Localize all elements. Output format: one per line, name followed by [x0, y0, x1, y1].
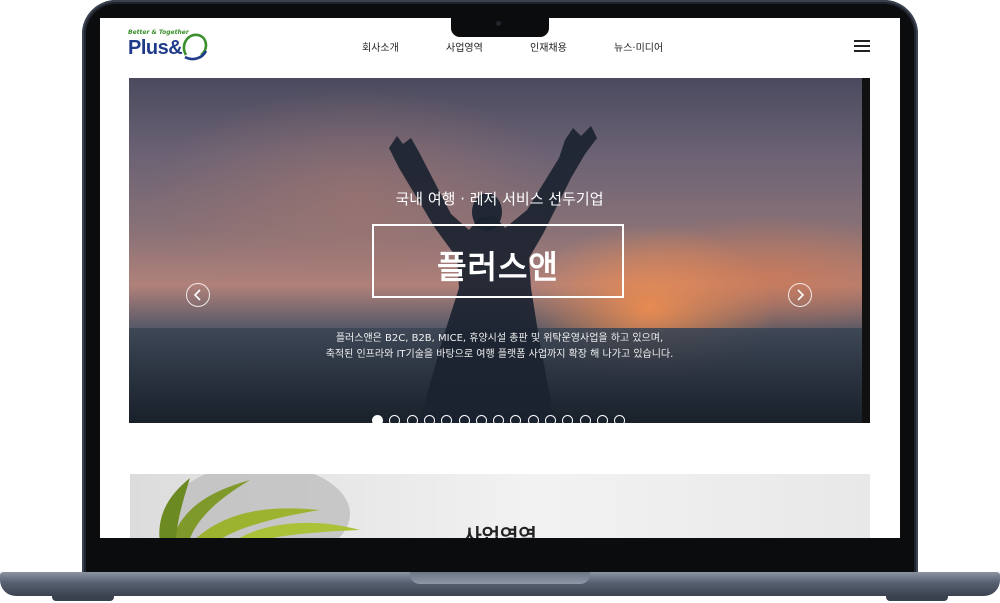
slider-dot-12[interactable] — [562, 415, 574, 423]
slider-dot-13[interactable] — [579, 415, 591, 423]
slider-dot-9[interactable] — [510, 415, 522, 423]
laptop-foot-left — [52, 596, 114, 601]
laptop-chin — [86, 538, 914, 575]
slider-prev-button[interactable] — [186, 283, 210, 307]
hamburger-menu-icon[interactable] — [854, 40, 870, 54]
slider-dot-7[interactable] — [475, 415, 487, 423]
slider-dot-8[interactable] — [493, 415, 505, 423]
hero-title-frame: 플러스앤 — [372, 224, 624, 298]
hero-description: 플러스앤은 B2C, B2B, MICE, 휴양시설 총판 및 위탁운영사업을 … — [129, 331, 870, 363]
slider-pagination — [372, 415, 632, 423]
laptop-foot-right — [886, 596, 948, 601]
camera-icon — [496, 21, 501, 26]
slider-dot-4[interactable] — [423, 415, 435, 423]
slider-dot-5[interactable] — [441, 415, 453, 423]
chevron-right-icon — [797, 289, 805, 301]
hero-edge-shade — [862, 78, 870, 423]
slider-dot-10[interactable] — [527, 415, 539, 423]
hero-description-line-1: 플러스앤은 B2C, B2B, MICE, 휴양시설 총판 및 위탁운영사업을 … — [335, 333, 664, 344]
camera-notch — [451, 18, 549, 37]
business-section-title: 사업영역 — [463, 524, 537, 538]
laptop-screen: Better & Together Plus& 회사소개 사업영역 인재채용 뉴… — [100, 18, 900, 538]
slider-dot-2[interactable] — [389, 415, 401, 423]
slider-dot-15[interactable] — [614, 415, 626, 423]
hero-description-line-2: 축적된 인프라와 IT기술을 바탕으로 여행 플랫폼 사업까지 확장 해 나가고… — [325, 349, 674, 360]
slider-next-button[interactable] — [788, 283, 812, 307]
slider-dot-6[interactable] — [458, 415, 470, 423]
slider-dot-1[interactable] — [372, 415, 383, 423]
nav-item-company[interactable]: 회사소개 — [362, 39, 399, 54]
chevron-left-icon — [193, 289, 201, 301]
hero-slider: 국내 여행 · 레저 서비스 선두기업 플러스앤 플러스앤은 B2C, B2B,… — [129, 78, 870, 423]
slider-dot-3[interactable] — [406, 415, 418, 423]
laptop-base-groove — [410, 572, 590, 584]
nav-item-business[interactable]: 사업영역 — [446, 39, 483, 54]
hero-title: 플러스앤 — [437, 248, 559, 286]
nav-item-careers[interactable]: 인재채용 — [530, 39, 567, 54]
hero-subtitle: 국내 여행 · 레저 서비스 선두기업 — [395, 190, 604, 208]
main-nav: 회사소개 사업영역 인재채용 뉴스·미디어 — [100, 39, 900, 55]
slider-dot-14[interactable] — [596, 415, 608, 423]
business-section: 사업영역 — [130, 474, 870, 538]
slider-dot-11[interactable] — [545, 415, 556, 423]
nav-item-news-media[interactable]: 뉴스·미디어 — [614, 39, 663, 54]
